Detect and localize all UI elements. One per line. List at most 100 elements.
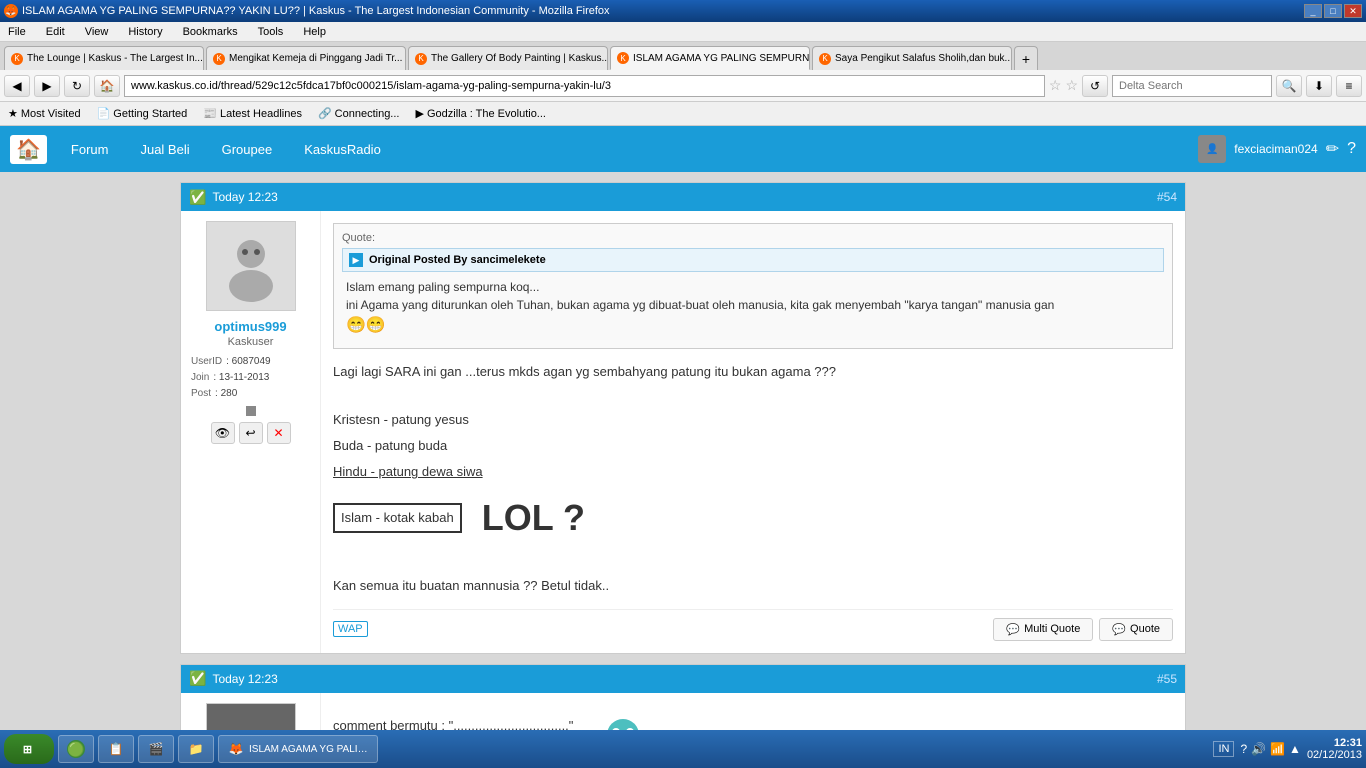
user-name-54[interactable]: optimus999 [191,319,310,334]
bookmark-connecting[interactable]: 🔗 Connecting... [314,105,404,122]
volume-icon: 🔊 [1251,742,1266,756]
post-line-islam-highlighted: Islam - kotak kabah [333,503,462,533]
quote-icon: ▶ [349,253,363,267]
taskbar-item-1[interactable]: 📋 [98,735,134,763]
menu-file[interactable]: File [4,26,30,38]
tab-4[interactable]: K Saya Pengikut Salafus Sholih,dan buk..… [812,46,1012,70]
bookmark-most-visited[interactable]: ★ Most Visited [4,105,85,122]
quote-text: Islam emang paling sempurna koq... ini A… [342,276,1164,340]
tab-icon-0: K [11,53,23,65]
quote-button[interactable]: 💬 Quote [1099,618,1173,641]
bookmark-label-1: Getting Started [113,108,187,120]
new-tab-button[interactable]: + [1014,46,1038,70]
taskbar-sys-icons: ? 🔊 📶 ▲ [1240,742,1300,756]
menu-history[interactable]: History [124,26,166,38]
star-icon: ★ [8,107,18,120]
minimize-button[interactable]: _ [1304,4,1322,18]
maximize-button[interactable]: □ [1324,4,1342,18]
site-header-right: 👤 fexciaciman024 ✏ ? [1198,135,1356,163]
post-check-icon: ✅ [189,189,206,206]
nav-kaskusradio[interactable]: KaskusRadio [290,136,395,163]
menu-view[interactable]: View [81,26,113,38]
user-status-indicator [246,406,256,416]
taskbar-icon-2: 🎬 [147,740,165,758]
home-button[interactable]: 🏠 [94,75,120,97]
nav-groupee[interactable]: Groupee [208,136,287,163]
download-button[interactable]: ⬇ [1306,75,1332,97]
tab-3[interactable]: K ISLAM AGAMA YG PALING SEMPURN... ✕ [610,46,810,70]
search-button[interactable]: 🔍 [1276,75,1302,97]
taskbar-item-3[interactable]: 📁 [178,735,214,763]
post-footer-54: WAP 💬 Multi Quote 💬 Quote [333,609,1173,641]
taskbar-icon-firefox: 🦊 [227,740,245,758]
taskbar-item-2[interactable]: 🎬 [138,735,174,763]
nav-jual-beli[interactable]: Jual Beli [126,136,203,163]
menu-bookmarks[interactable]: Bookmarks [179,26,242,38]
post-timestamp-54: Today 12:23 [212,190,277,204]
avatar-initials-55: RR [207,704,295,730]
taskbar-date: 02/12/2013 [1307,749,1362,761]
network-icon: 📶 [1270,742,1285,756]
multi-quote-button[interactable]: 💬 Multi Quote [993,618,1093,641]
post-user-col-55: RR RR [181,693,321,730]
tab-1[interactable]: K Mengikat Kemeja di Pinggang Jadi Tr...… [206,46,406,70]
nav-forum[interactable]: Forum [57,136,123,163]
tab-label-4: Saya Pengikut Salafus Sholih,dan buk... [835,53,1012,64]
edit-icon[interactable]: ✏ [1326,139,1339,159]
menu-tools[interactable]: Tools [254,26,288,38]
taskbar-clock: 12:31 02/12/2013 [1307,737,1362,761]
quote-author-name: sancimelekete [470,254,545,266]
quote-line-1: Islam emang paling sempurna koq... [346,278,1160,296]
post-line-1: Lagi lagi SARA ini gan ...terus mkds aga… [333,361,1173,383]
help-icon[interactable]: ? [1347,140,1356,158]
taskbar-icon-0: 🟢 [67,740,85,758]
forward-button[interactable]: ▶ [34,75,60,97]
user-action-block[interactable]: ✕ [267,422,291,444]
menu-help[interactable]: Help [299,26,330,38]
original-posted-by: Original Posted By [369,254,467,266]
post-timestamp-55: Today 12:23 [212,672,277,686]
bookmark-getting-started[interactable]: 📄 Getting Started [93,105,192,122]
user-action-view[interactable]: 👁 [211,422,235,444]
bookmark-godzilla[interactable]: ▶ Godzilla : The Evolutio... [411,105,550,122]
reload-button[interactable]: ↻ [64,75,90,97]
document-icon: 📄 [97,107,111,120]
bookmark-latest-headlines[interactable]: 📰 Latest Headlines [199,105,306,122]
post-actions-54: 💬 Multi Quote 💬 Quote [993,618,1173,641]
quote-line-2: ini Agama yang diturunkan oleh Tuhan, bu… [346,296,1160,314]
post-content-54: Quote: ▶ Original Posted By sancimeleket… [321,211,1185,653]
close-button[interactable]: ✕ [1344,4,1362,18]
site-header: 🏠 Forum Jual Beli Groupee KaskusRadio 👤 … [0,126,1366,172]
tab-label-2: The Gallery Of Body Painting | Kaskus... [431,53,608,64]
taskbar-lang: IN [1213,741,1234,757]
more-button[interactable]: ≡ [1336,75,1362,97]
bookmark-star2-icon[interactable]: ☆ [1065,77,1078,94]
user-actions-54: 👁 ↩ ✕ [191,422,310,444]
teal-mascot-icon [593,715,653,730]
search-input[interactable] [1112,75,1272,97]
back-button[interactable]: ◀ [4,75,30,97]
bookmark-label-0: Most Visited [21,108,81,120]
link-icon: 🔗 [318,107,332,120]
address-bar[interactable] [124,75,1045,97]
bookmark-star-icon[interactable]: ☆ [1049,77,1062,94]
start-button[interactable]: ⊞ [4,734,54,764]
tab-label-1: Mengikat Kemeja di Pinggang Jadi Tr... [229,53,402,64]
wap-badge: WAP [333,621,368,637]
refresh-button[interactable]: ↺ [1082,75,1108,97]
tab-0[interactable]: K The Lounge | Kaskus - The Largest In..… [4,46,204,70]
menu-edit[interactable]: Edit [42,26,69,38]
tab-2[interactable]: K The Gallery Of Body Painting | Kaskus.… [408,46,608,70]
tab-bar: K The Lounge | Kaskus - The Largest In..… [0,42,1366,70]
site-logo[interactable]: 🏠 [10,135,47,164]
quote-icon-btn: 💬 [1006,623,1020,636]
tab-icon-2: K [415,53,427,65]
quote-emoji: 😁😁 [346,314,1160,338]
taskbar-item-firefox[interactable]: 🦊 ISLAM AGAMA YG PALING... [218,735,378,763]
quote-label: Quote: [342,232,1164,244]
user-action-reply[interactable]: ↩ [239,422,263,444]
user-avatar-54 [206,221,296,311]
firefox-icon: 🦊 [4,4,18,18]
news-icon: 📰 [203,107,217,120]
taskbar-item-0[interactable]: 🟢 [58,735,94,763]
